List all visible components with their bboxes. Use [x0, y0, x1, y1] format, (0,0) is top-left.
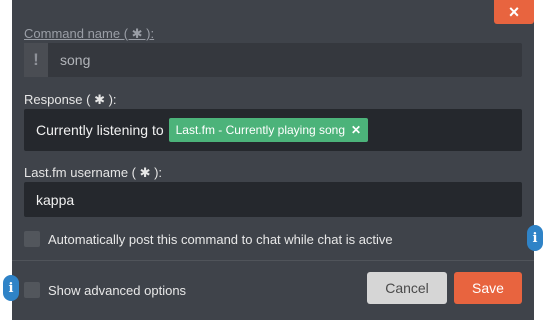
response-field[interactable]: Currently listening to Last.fm - Current… — [24, 109, 522, 151]
tag-label: Last.fm - Currently playing song — [175, 123, 346, 137]
tag-remove-icon[interactable]: ✕ — [351, 123, 361, 137]
divider — [12, 260, 534, 261]
command-dialog: × Command name ( ✱ ): ! song Response ( … — [12, 0, 534, 320]
close-icon: × — [508, 2, 520, 22]
cancel-button[interactable]: Cancel — [367, 272, 447, 304]
response-label: Response ( ✱ ): — [24, 92, 117, 107]
auto-post-checkbox[interactable] — [24, 231, 40, 247]
lastfm-username-label: Last.fm username ( ✱ ): — [24, 165, 163, 180]
command-name-value: song — [60, 52, 91, 68]
close-button[interactable]: × — [494, 0, 534, 24]
advanced-options-checkbox[interactable] — [24, 282, 40, 298]
info-icon[interactable]: i — [527, 225, 543, 251]
command-name-field: ! song — [24, 43, 522, 77]
advanced-options-label: Show advanced options — [48, 283, 187, 298]
lastfm-username-input[interactable]: kappa — [24, 182, 522, 217]
command-prefix: ! — [24, 43, 48, 77]
lastfm-username-value: kappa — [36, 191, 75, 208]
lastfm-song-tag[interactable]: Last.fm - Currently playing song ✕ — [168, 118, 369, 142]
auto-post-label: Automatically post this command to chat … — [48, 232, 393, 247]
command-name-label: Command name ( ✱ ): — [24, 26, 155, 41]
response-text: Currently listening to — [36, 122, 164, 138]
save-button[interactable]: Save — [454, 272, 522, 304]
info-icon[interactable]: i — [3, 275, 19, 301]
